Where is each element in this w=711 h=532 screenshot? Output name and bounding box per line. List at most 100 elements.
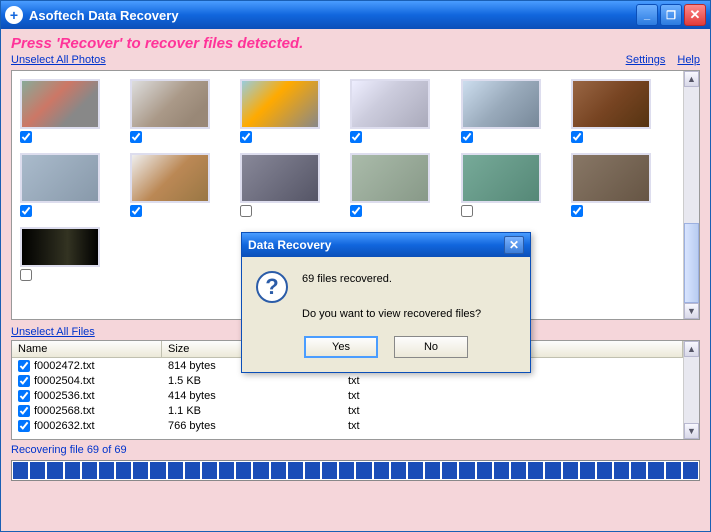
no-button[interactable]: No [394, 336, 468, 358]
photos-links-row: Unselect All Photos Settings Help [11, 54, 700, 66]
photo-checkbox[interactable] [20, 205, 32, 217]
photo-checkbox[interactable] [20, 269, 32, 281]
photo-item[interactable] [20, 79, 124, 143]
minimize-button[interactable]: _ [636, 4, 658, 26]
dialog-close-button[interactable]: ✕ [504, 236, 524, 254]
unselect-all-photos-link[interactable]: Unselect All Photos [11, 54, 106, 66]
photo-item[interactable] [461, 153, 565, 217]
scroll-track[interactable] [684, 357, 699, 423]
file-checkbox[interactable] [18, 375, 30, 387]
photo-item[interactable] [20, 153, 124, 217]
photo-checkbox[interactable] [130, 131, 142, 143]
file-extension: txt [342, 375, 492, 387]
photo-thumbnail [461, 79, 541, 129]
file-name: f0002536.txt [34, 390, 95, 402]
photo-item[interactable] [240, 79, 344, 143]
photo-checkbox[interactable] [461, 205, 473, 217]
photo-item[interactable] [130, 79, 234, 143]
photo-thumbnail [461, 153, 541, 203]
file-checkbox[interactable] [18, 390, 30, 402]
photo-thumbnail [571, 79, 651, 129]
app-window: + Asoftech Data Recovery _ ❐ ✕ Press 'Re… [0, 0, 711, 532]
photo-thumbnail [350, 79, 430, 129]
app-title: Asoftech Data Recovery [29, 8, 636, 23]
titlebar: + Asoftech Data Recovery _ ❐ ✕ [1, 1, 710, 29]
photo-item[interactable] [20, 227, 124, 281]
photo-item[interactable] [350, 153, 454, 217]
dialog-line1: 69 files recovered. [302, 271, 481, 289]
photo-thumbnail [571, 153, 651, 203]
photo-thumbnail [130, 79, 210, 129]
col-header-name[interactable]: Name [12, 341, 162, 357]
photo-item[interactable] [350, 79, 454, 143]
table-row[interactable]: f0002632.txt 766 bytestxt [12, 418, 683, 433]
files-scrollbar[interactable]: ▲ ▼ [683, 341, 699, 439]
close-button[interactable]: ✕ [684, 4, 706, 26]
scroll-down-icon[interactable]: ▼ [684, 423, 699, 439]
photo-item[interactable] [461, 79, 565, 143]
file-checkbox[interactable] [18, 405, 30, 417]
file-size: 1.1 KB [162, 405, 342, 417]
file-checkbox[interactable] [18, 360, 30, 372]
photos-scrollbar[interactable]: ▲ ▼ [683, 71, 699, 319]
photo-thumbnail [20, 79, 100, 129]
window-controls: _ ❐ ✕ [636, 4, 706, 26]
file-checkbox[interactable] [18, 420, 30, 432]
photo-item[interactable] [240, 153, 344, 217]
photo-item[interactable] [130, 153, 234, 217]
dialog-title-text: Data Recovery [248, 238, 504, 252]
settings-link[interactable]: Settings [626, 54, 666, 66]
scroll-thumb[interactable] [684, 223, 699, 303]
yes-button[interactable]: Yes [304, 336, 378, 358]
photo-checkbox[interactable] [350, 131, 362, 143]
photo-checkbox[interactable] [350, 205, 362, 217]
file-extension: txt [342, 405, 492, 417]
table-row[interactable]: f0002536.txt 414 bytestxt [12, 388, 683, 403]
photo-checkbox[interactable] [461, 131, 473, 143]
dialog-message: 69 files recovered. Do you want to view … [302, 271, 481, 324]
unselect-all-files-link[interactable]: Unselect All Files [11, 326, 95, 338]
photo-item[interactable] [571, 153, 675, 217]
photo-checkbox[interactable] [571, 205, 583, 217]
scroll-down-icon[interactable]: ▼ [684, 303, 699, 319]
dialog-line2: Do you want to view recovered files? [302, 306, 481, 324]
dialog-titlebar: Data Recovery ✕ [242, 233, 530, 257]
photo-checkbox[interactable] [240, 131, 252, 143]
recovery-dialog: Data Recovery ✕ ? 69 files recovered. Do… [241, 232, 531, 373]
file-extension: txt [342, 420, 492, 432]
progress-bar [11, 460, 700, 481]
file-name: f0002632.txt [34, 420, 95, 432]
instruction-text: Press 'Recover' to recover files detecte… [11, 35, 700, 52]
photo-thumbnail [240, 79, 320, 129]
file-name: f0002472.txt [34, 360, 95, 372]
file-size: 1.5 KB [162, 375, 342, 387]
file-name: f0002568.txt [34, 405, 95, 417]
help-link[interactable]: Help [677, 54, 700, 66]
dialog-buttons: Yes No [242, 332, 530, 372]
photo-checkbox[interactable] [130, 205, 142, 217]
content-area: Press 'Recover' to recover files detecte… [1, 29, 710, 531]
scroll-up-icon[interactable]: ▲ [684, 341, 699, 357]
scroll-track[interactable] [684, 87, 699, 223]
file-size: 766 bytes [162, 420, 342, 432]
file-name: f0002504.txt [34, 375, 95, 387]
photo-checkbox[interactable] [20, 131, 32, 143]
maximize-button[interactable]: ❐ [660, 4, 682, 26]
photo-checkbox[interactable] [571, 131, 583, 143]
status-text: Recovering file 69 of 69 [11, 444, 700, 456]
dialog-body: ? 69 files recovered. Do you want to vie… [242, 257, 530, 332]
photo-checkbox[interactable] [240, 205, 252, 217]
photo-thumbnail [240, 153, 320, 203]
table-row[interactable]: f0002568.txt 1.1 KBtxt [12, 403, 683, 418]
photo-item[interactable] [571, 79, 675, 143]
table-row[interactable]: f0002504.txt 1.5 KBtxt [12, 373, 683, 388]
photo-thumbnail [20, 227, 100, 267]
app-icon: + [5, 6, 23, 24]
file-size: 414 bytes [162, 390, 342, 402]
question-icon: ? [256, 271, 288, 303]
photo-thumbnail [130, 153, 210, 203]
scroll-up-icon[interactable]: ▲ [684, 71, 699, 87]
photo-thumbnail [20, 153, 100, 203]
photo-thumbnail [350, 153, 430, 203]
file-extension: txt [342, 390, 492, 402]
